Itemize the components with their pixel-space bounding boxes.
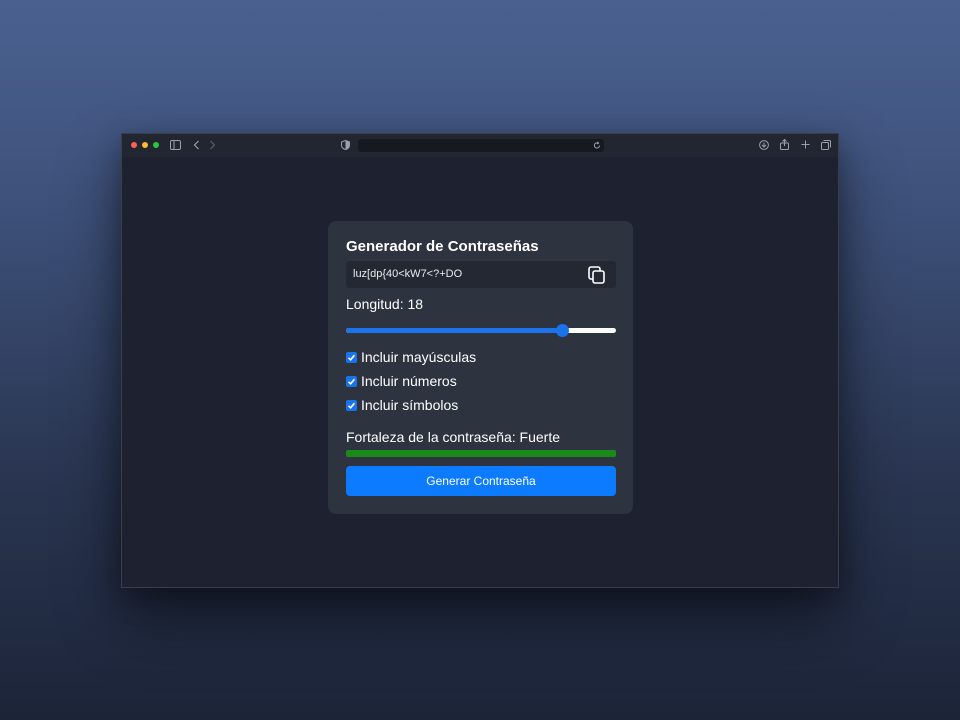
password-generator-card: Generador de Contraseñas luz[dp{40<kW7<?…: [328, 221, 633, 514]
password-output[interactable]: luz[dp{40<kW7<?+DO: [346, 261, 616, 288]
page-title: Generador de Contraseñas: [346, 238, 539, 255]
option-numbers[interactable]: Incluir números: [346, 373, 457, 389]
browser-toolbar: [122, 134, 838, 158]
uppercase-checkbox[interactable]: [346, 351, 357, 363]
option-uppercase[interactable]: Incluir mayúsculas: [346, 349, 476, 365]
symbols-label: Incluir símbolos: [361, 397, 459, 413]
minimize-window-button[interactable]: [142, 142, 148, 148]
generate-password-button[interactable]: Generar Contraseña: [346, 466, 616, 496]
sidebar-icon[interactable]: [170, 140, 181, 153]
reload-icon[interactable]: [593, 141, 601, 153]
strength-meter-fill: [346, 450, 616, 457]
close-window-button[interactable]: [131, 142, 137, 148]
slider-thumb[interactable]: [556, 324, 569, 337]
shield-icon[interactable]: [341, 139, 350, 153]
option-symbols[interactable]: Incluir símbolos: [346, 397, 458, 413]
length-label: Longitud: 18: [346, 296, 424, 312]
slider-fill: [346, 328, 562, 333]
page-content: Generador de Contraseñas luz[dp{40<kW7<?…: [122, 157, 838, 587]
password-text: luz[dp{40<kW7<?+DO: [353, 268, 463, 280]
strength-label: Fortaleza de la contraseña: Fuerte: [346, 429, 561, 445]
copy-icon[interactable]: [587, 265, 607, 285]
length-slider[interactable]: [346, 324, 616, 338]
strength-meter: [346, 450, 616, 457]
browser-window: Generador de Contraseñas luz[dp{40<kW7<?…: [121, 133, 839, 588]
zoom-window-button[interactable]: [153, 142, 159, 148]
numbers-label: Incluir números: [361, 373, 457, 389]
forward-icon[interactable]: [209, 140, 216, 153]
uppercase-label: Incluir mayúsculas: [361, 349, 477, 365]
tabs-overview-icon[interactable]: [821, 140, 831, 153]
checkmark-icon: [347, 354, 356, 361]
share-icon[interactable]: [780, 138, 789, 153]
address-bar[interactable]: [358, 139, 604, 152]
download-icon[interactable]: [759, 140, 769, 153]
checkmark-icon: [347, 378, 356, 385]
symbols-checkbox[interactable]: [346, 399, 357, 411]
numbers-checkbox[interactable]: [346, 375, 357, 387]
new-tab-icon[interactable]: [801, 140, 810, 152]
checkmark-icon: [347, 402, 356, 409]
back-icon[interactable]: [193, 140, 200, 153]
